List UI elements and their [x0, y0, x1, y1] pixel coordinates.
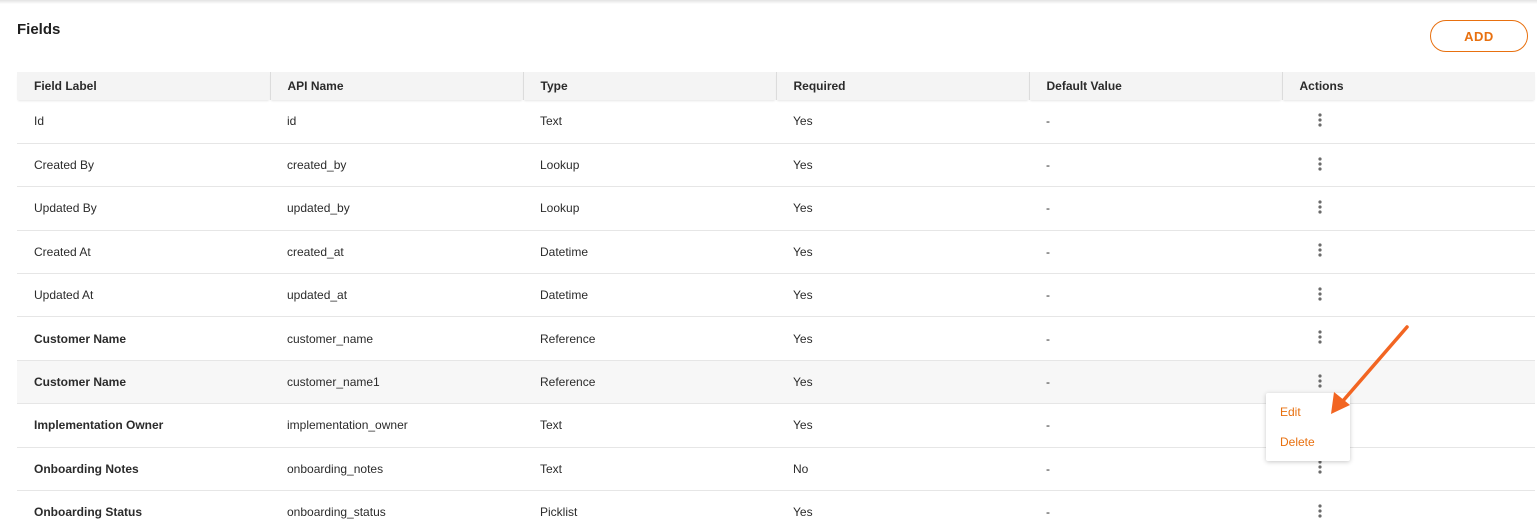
type-cell: Picklist [540, 505, 578, 520]
field-label-cell[interactable]: Implementation Owner [17, 404, 270, 447]
kebab-icon[interactable] [1314, 199, 1326, 215]
kebab-icon[interactable] [1314, 242, 1326, 258]
default-value-cell: - [1046, 244, 1050, 259]
field-label-cell[interactable]: Onboarding Status [17, 491, 270, 532]
field-label-cell: Created By [34, 158, 95, 173]
type-cell: Datetime [540, 244, 589, 259]
field-label-cell[interactable]: Customer Name [17, 317, 270, 360]
api-name-cell: customer_name1 [287, 375, 380, 390]
actions-cell [1282, 274, 1535, 317]
fields-page: Fields ADD Field Label API Name Type Req… [0, 0, 1537, 532]
table-row[interactable]: Updated By updated_by Lookup Yes - [17, 187, 1535, 231]
column-header-required[interactable]: Required [776, 72, 1030, 100]
table-row[interactable]: Id id Text Yes - [17, 100, 1535, 144]
column-header-actions: Actions [1282, 72, 1535, 100]
kebab-icon[interactable] [1314, 459, 1326, 475]
field-label-cell[interactable]: Onboarding Notes [17, 447, 270, 490]
kebab-icon[interactable] [1314, 329, 1326, 345]
api-name-cell: customer_name [287, 331, 374, 346]
page-title: Fields [17, 21, 61, 38]
column-header-type[interactable]: Type [523, 72, 777, 100]
menu-item-delete[interactable]: Delete [1280, 435, 1315, 449]
required-cell: Yes [793, 158, 813, 173]
actions-cell [1282, 100, 1535, 143]
table-row[interactable]: Onboarding Status onboarding_status Pickli… [17, 491, 1535, 532]
field-label-cell[interactable]: Customer Name [17, 360, 270, 403]
type-cell: Lookup [540, 201, 580, 216]
kebab-icon[interactable] [1314, 503, 1326, 519]
table-body: Id id Text Yes - Created By created_by Lookup Ye… [17, 100, 1535, 532]
required-cell: Yes [793, 288, 813, 303]
type-cell: Text [540, 114, 563, 129]
required-cell: No [793, 461, 809, 476]
kebab-icon[interactable] [1314, 112, 1326, 128]
type-cell: Text [540, 418, 563, 433]
required-cell: Yes [793, 375, 813, 390]
api-name-cell: onboarding_notes [287, 461, 384, 476]
field-label-cell: Id [34, 114, 45, 129]
kebab-icon[interactable] [1314, 156, 1326, 172]
field-label-cell: Updated By [34, 201, 97, 216]
column-header-default-value[interactable]: Default Value [1029, 72, 1283, 100]
column-header-field-label[interactable]: Field Label [17, 72, 271, 100]
required-cell: Yes [793, 244, 813, 259]
type-cell: Reference [540, 331, 596, 346]
default-value-cell: - [1046, 114, 1050, 129]
add-field-button[interactable]: ADD [1430, 20, 1528, 52]
api-name-cell: id [287, 114, 297, 129]
type-cell: Reference [540, 375, 596, 390]
kebab-icon[interactable] [1314, 373, 1326, 389]
row-actions-menu: Edit Delete [1266, 393, 1350, 461]
actions-cell [1282, 143, 1535, 186]
table-row[interactable]: Customer Name customer_name Reference Yes - [17, 317, 1535, 361]
table-row[interactable]: Created At created_at Datetime Yes - [17, 230, 1535, 274]
api-name-cell: updated_by [287, 201, 350, 216]
required-cell: Yes [793, 505, 813, 520]
required-cell: Yes [793, 114, 813, 129]
type-cell: Datetime [540, 288, 589, 303]
actions-cell [1282, 491, 1535, 532]
field-label-cell: Updated At [34, 288, 94, 303]
actions-cell [1282, 317, 1535, 360]
fields-table: Field Label API Name Type Required Defau… [17, 72, 1535, 532]
top-bar-shadow [0, 0, 1537, 4]
default-value-cell: - [1046, 158, 1050, 173]
kebab-icon[interactable] [1314, 286, 1326, 302]
type-cell: Text [540, 461, 563, 476]
default-value-cell: - [1046, 201, 1050, 216]
type-cell: Lookup [540, 158, 580, 173]
api-name-cell: implementation_owner [287, 418, 408, 433]
default-value-cell: - [1046, 505, 1050, 520]
actions-cell [1282, 230, 1535, 273]
required-cell: Yes [793, 331, 813, 346]
column-header-api-name[interactable]: API Name [270, 72, 524, 100]
menu-item-edit[interactable]: Edit [1280, 405, 1301, 419]
actions-cell [1282, 187, 1535, 230]
api-name-cell: updated_at [287, 288, 348, 303]
required-cell: Yes [793, 418, 813, 433]
api-name-cell: created_by [287, 158, 347, 173]
table-header: Field Label API Name Type Required Defau… [17, 72, 1535, 100]
default-value-cell: - [1046, 331, 1050, 346]
table-row[interactable]: Created By created_by Lookup Yes - [17, 143, 1535, 187]
required-cell: Yes [793, 201, 813, 216]
default-value-cell: - [1046, 288, 1050, 303]
default-value-cell: - [1046, 418, 1050, 433]
field-label-cell: Created At [34, 244, 91, 259]
table-row[interactable]: Updated At updated_at Datetime Yes - [17, 274, 1535, 317]
api-name-cell: created_at [287, 244, 344, 259]
default-value-cell: - [1046, 375, 1050, 390]
default-value-cell: - [1046, 461, 1050, 476]
api-name-cell: onboarding_status [287, 505, 386, 520]
